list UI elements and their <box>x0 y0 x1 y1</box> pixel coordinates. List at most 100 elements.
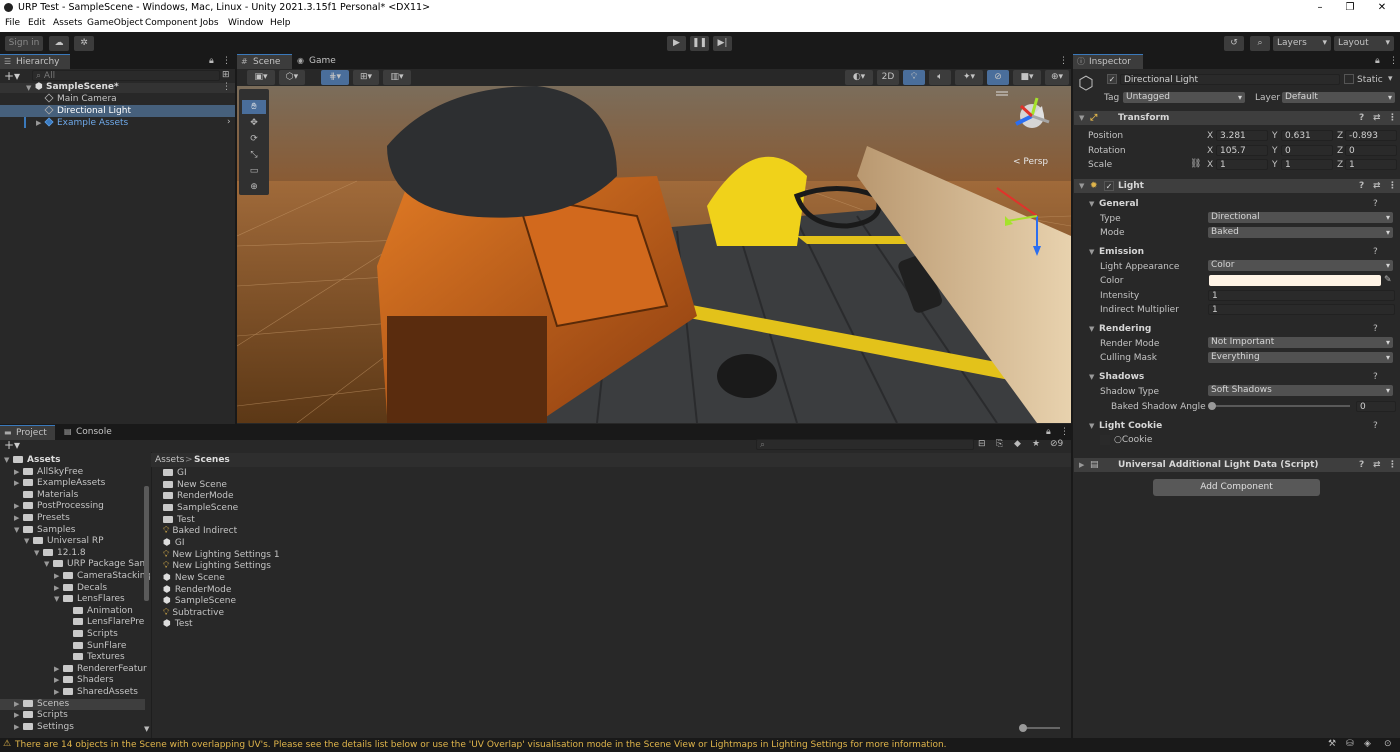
scale-y-input[interactable]: 1 <box>1281 159 1333 170</box>
persp-label[interactable]: < Persp <box>1013 157 1048 167</box>
fold-closed-icon[interactable]: ▶ <box>36 119 41 127</box>
help-icon[interactable]: ? <box>1373 199 1378 209</box>
baked-shadow-angle-input[interactable]: 0 <box>1356 401 1396 412</box>
tab-console[interactable]: ▤ Console <box>60 425 120 440</box>
menu-file[interactable]: File <box>5 18 20 28</box>
tree-item[interactable]: ▼ Assets <box>0 455 145 466</box>
render-mode-dropdown[interactable]: Not Important <box>1208 337 1393 348</box>
breadcrumb-scenes[interactable]: Scenes <box>194 453 230 467</box>
tree-item[interactable]: ▶ Shaders <box>0 675 145 686</box>
auto-generate-lighting-icon[interactable]: ◈ <box>1364 739 1371 749</box>
fold-open-icon[interactable]: ▼ <box>54 594 59 605</box>
eyedropper-icon[interactable]: ✎ <box>1384 275 1392 285</box>
fold-closed-icon[interactable]: ▶ <box>54 687 59 698</box>
more-menu-icon[interactable]: ⋮ <box>222 82 231 92</box>
fold-open-icon[interactable]: ▼ <box>1089 200 1094 208</box>
tree-item[interactable]: ▶ AllSkyFree <box>0 467 145 478</box>
rotation-z-input[interactable]: 0 <box>1345 145 1397 156</box>
close-button[interactable]: ✕ <box>1367 0 1397 16</box>
hierarchy-item-directional-light[interactable]: Directional Light <box>44 105 131 117</box>
hierarchy-item-example-assets[interactable]: Example Assets <box>44 117 128 129</box>
fold-closed-icon[interactable]: ▶ <box>14 501 19 512</box>
position-x-input[interactable]: 3.281 <box>1216 130 1268 141</box>
audio-toggle-icon[interactable]: 🔈︎ <box>929 70 951 85</box>
menu-window[interactable]: Window <box>228 18 264 28</box>
fold-open-icon[interactable]: ▼ <box>24 536 29 547</box>
urp-light-data-header[interactable]: ▶ ▤ Universal Additional Light Data (Scr… <box>1074 458 1400 472</box>
fold-open-icon[interactable]: ▼ <box>4 455 9 466</box>
tree-item[interactable]: ▶ SharedAssets <box>0 687 145 698</box>
maximize-button[interactable]: ❐ <box>1335 0 1365 16</box>
search-by-type-icon[interactable]: ⊟ <box>978 439 986 449</box>
breadcrumb-assets[interactable]: Assets <box>155 453 184 467</box>
tree-item[interactable]: ▶ ExampleAssets <box>0 478 145 489</box>
tree-item[interactable]: ▶ RendererFeatur <box>0 664 147 675</box>
hierarchy-item-main-camera[interactable]: Main Camera <box>44 93 117 105</box>
search-icon[interactable]: ⌕ <box>1250 36 1270 51</box>
tree-item[interactable]: ▶ Presets <box>0 513 145 524</box>
collab-icon[interactable]: ✲ <box>74 36 94 51</box>
tree-item[interactable]: Animation <box>0 606 145 617</box>
link-icon[interactable]: ⛓ <box>1190 159 1201 169</box>
more-menu-icon[interactable]: ⋮ <box>1388 458 1397 472</box>
chevron-down-icon[interactable]: ▾ <box>1388 74 1393 84</box>
help-icon[interactable]: ? <box>1373 372 1378 382</box>
menu-edit[interactable]: Edit <box>28 18 45 28</box>
snap-increment-dropdown[interactable]: ⊞▾ <box>353 70 379 85</box>
tree-item[interactable]: Materials <box>0 490 145 501</box>
tree-item[interactable]: ▼ 12.1.8 <box>0 548 145 559</box>
fold-open-icon[interactable]: ▼ <box>1089 422 1094 430</box>
file-item[interactable]: 💡︎ New Lighting Settings 1 <box>163 550 280 561</box>
tag-dropdown[interactable]: Untagged <box>1123 92 1245 103</box>
rotate-tool-icon[interactable]: ⟳ <box>242 132 266 146</box>
hidden-packages-icon[interactable]: ⊘9 <box>1050 439 1063 449</box>
tab-scene[interactable]: # Scene <box>237 54 292 69</box>
layout-dropdown[interactable]: Layout ▾ <box>1334 36 1394 51</box>
render-mode-dropdown[interactable]: ◐▾ <box>845 70 873 85</box>
tree-item[interactable]: ▶ PostProcessing <box>0 501 145 512</box>
menu-help[interactable]: Help <box>270 18 291 28</box>
file-item[interactable]: GI <box>163 468 187 479</box>
create-icon[interactable]: +▾ <box>4 438 20 452</box>
presets-icon[interactable]: ⇄ <box>1373 111 1381 125</box>
file-item[interactable]: ⬢ Test <box>163 619 193 630</box>
light-appearance-dropdown[interactable]: Color <box>1208 260 1393 271</box>
progress-icon[interactable]: ⚒ <box>1328 739 1336 749</box>
indirect-multiplier-input[interactable]: 1 <box>1208 304 1395 315</box>
hidden-objects-icon[interactable]: ⊘ <box>987 70 1009 85</box>
fold-closed-icon[interactable]: ▶ <box>14 467 19 478</box>
file-item[interactable]: Test <box>163 515 195 526</box>
gizmos-dropdown[interactable]: ⊕▾ <box>1045 70 1069 85</box>
tree-item[interactable]: ▶ Decals <box>0 583 145 594</box>
history-icon[interactable]: ↺ <box>1224 36 1244 51</box>
scale-z-input[interactable]: 1 <box>1345 159 1397 170</box>
file-item[interactable]: ⬢ New Scene <box>163 573 225 584</box>
tree-item[interactable]: ▶ Scripts <box>0 710 145 721</box>
light-header[interactable]: ▼ ✹ ✓ Light ? ⇄ ⋮ <box>1074 179 1400 193</box>
fold-open-icon[interactable]: ▼ <box>26 84 31 92</box>
tree-item[interactable]: SunFlare <box>0 641 145 652</box>
scene-visibility-icon[interactable]: ⊞ <box>222 70 230 80</box>
light-enabled-checkbox[interactable]: ✓ <box>1104 181 1114 191</box>
tab-inspector[interactable]: ⓘ Inspector <box>1073 54 1143 69</box>
effects-dropdown[interactable]: ✦▾ <box>955 70 983 85</box>
project-search-input[interactable]: ⌕ <box>756 439 974 450</box>
slider-handle[interactable] <box>1019 724 1027 732</box>
tree-item[interactable]: ▼ Samples <box>0 525 145 536</box>
fold-closed-icon[interactable]: ▶ <box>14 478 19 489</box>
scroll-down-icon[interactable]: ▼ <box>144 725 149 733</box>
add-icon[interactable]: +▾ <box>4 69 20 83</box>
debug-icon[interactable]: ⊙ <box>1384 739 1392 749</box>
favorite-star-icon[interactable]: ★ <box>1032 439 1040 449</box>
file-item[interactable]: RenderMode <box>163 491 234 502</box>
help-icon[interactable]: ? <box>1359 458 1364 472</box>
fold-closed-icon[interactable]: ▶ <box>54 675 59 686</box>
slider-handle[interactable] <box>1208 402 1216 410</box>
step-button[interactable]: ▶| <box>713 36 732 51</box>
menu-assets[interactable]: Assets <box>53 18 82 28</box>
lock-icon[interactable]: 🔒︎ <box>1046 427 1051 437</box>
fold-open-icon[interactable]: ▼ <box>14 525 19 536</box>
menu-component[interactable]: Component <box>145 18 197 28</box>
menu-gameobject[interactable]: GameObject <box>87 18 143 28</box>
lock-icon[interactable]: 🔒︎ <box>1375 56 1380 66</box>
